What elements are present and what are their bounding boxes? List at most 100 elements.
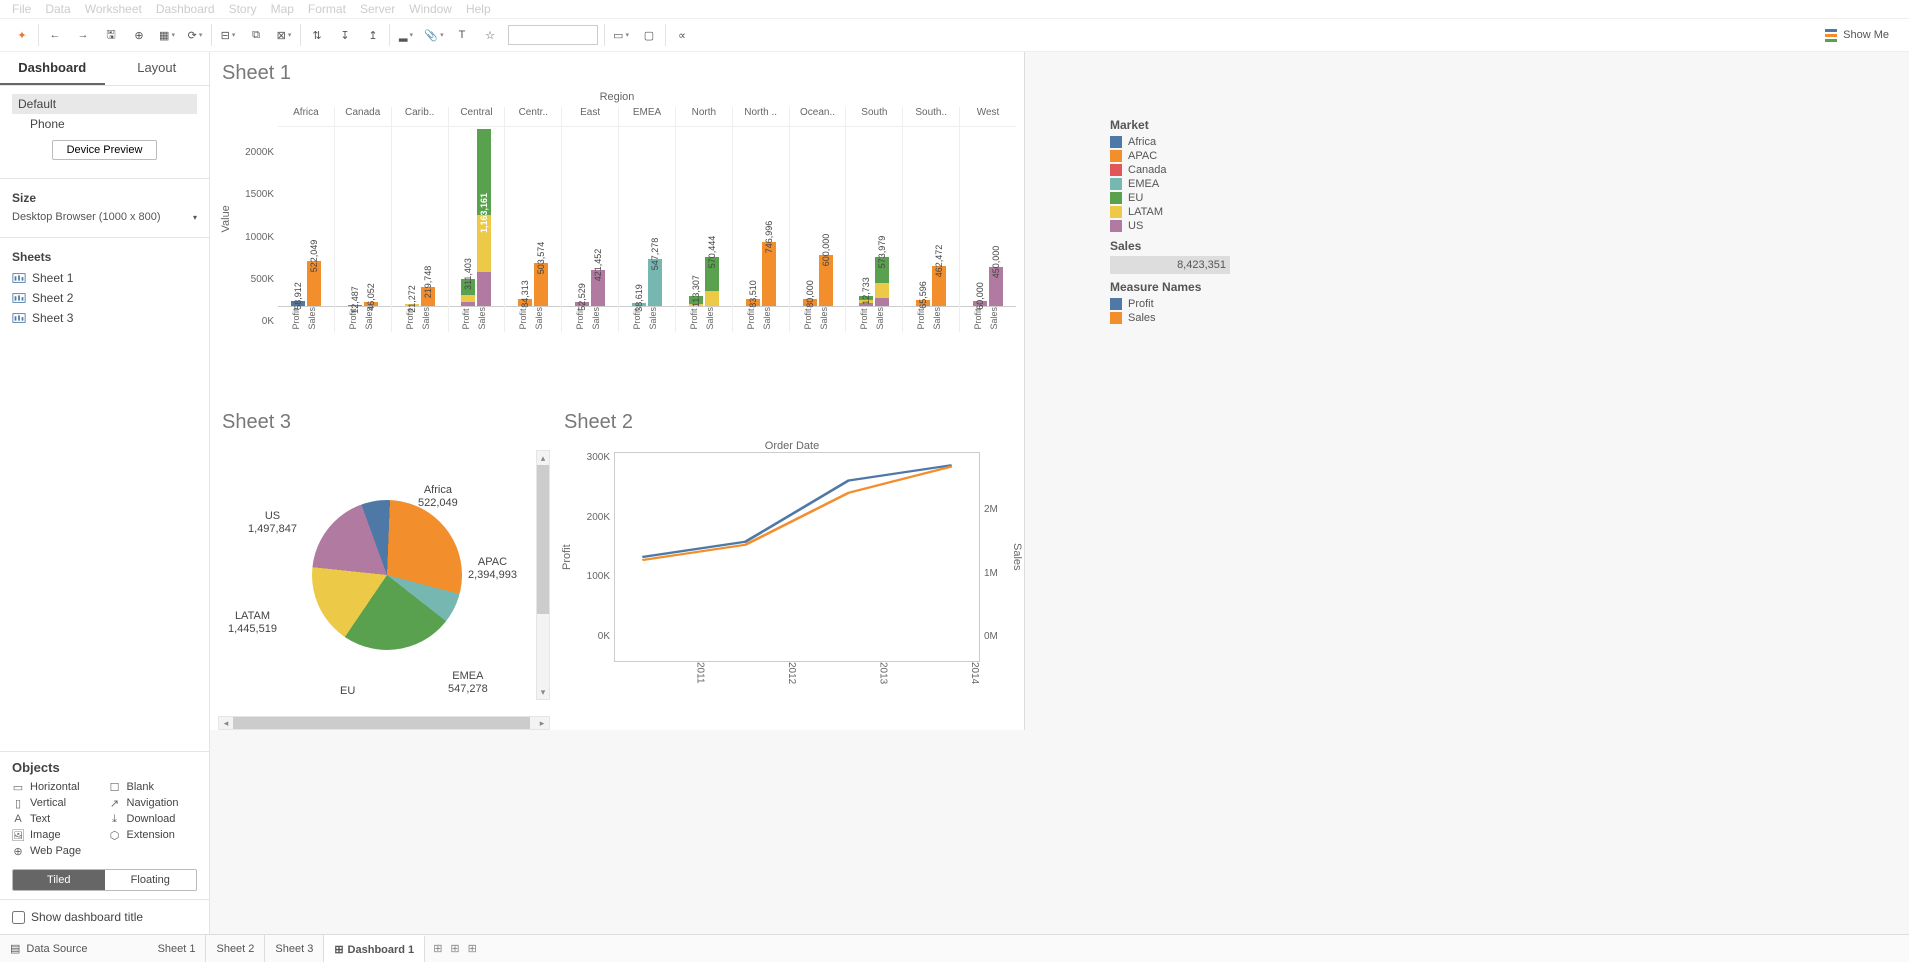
profit-bar[interactable]: 58,912 (291, 301, 305, 306)
menu-data[interactable]: Data (45, 2, 70, 16)
region-col[interactable]: EMEA 38,619 547,278 Profit Sales (618, 107, 675, 332)
legend-item[interactable]: Africa (1110, 135, 1250, 149)
sort-asc-icon[interactable]: ↧ (335, 25, 355, 45)
sheet1-chart[interactable]: Region Value 2000K1500K1000K500K0K Afric… (218, 91, 1016, 401)
region-col[interactable]: Centr.. 84,313 503,574 Profit Sales (504, 107, 561, 332)
footer-tab[interactable]: Sheet 2 (206, 935, 265, 962)
sales-bar[interactable]: 503,574 (534, 263, 548, 306)
menu-format[interactable]: Format (308, 2, 346, 16)
footer-tab[interactable]: Sheet 3 (265, 935, 324, 962)
size-dropdown[interactable]: Desktop Browser (1000 x 800) (12, 209, 197, 225)
dashboard-canvas[interactable]: Sheet 1 Region Value 2000K1500K1000K500K… (210, 52, 1909, 934)
menu-map[interactable]: Map (271, 2, 294, 16)
sales-bar[interactable]: 570,444 (705, 257, 719, 306)
sales-bar[interactable]: 450,000 (989, 267, 1003, 306)
sales-bar[interactable]: 573,979 (875, 257, 889, 306)
object-extension[interactable]: ⬡Extension (109, 829, 198, 841)
region-col[interactable]: South.. 65,596 462,472 Profit Sales (902, 107, 959, 332)
profit-bar[interactable]: 65,596 (916, 300, 930, 306)
profit-bar[interactable]: 52,529 (575, 302, 589, 307)
star-icon[interactable]: ☆ (480, 25, 500, 45)
object-web-page[interactable]: ⊕Web Page (12, 845, 101, 857)
region-col[interactable]: Africa 58,912 522,049 Profit Sales (278, 107, 334, 332)
region-col[interactable]: Carib.. 21,272 219,748 Profit Sales (391, 107, 448, 332)
menu-dashboard[interactable]: Dashboard (156, 2, 215, 16)
object-vertical[interactable]: ▯Vertical (12, 797, 101, 809)
menu-file[interactable]: File (12, 2, 31, 16)
region-col[interactable]: East 52,529 421,452 Profit Sales (561, 107, 618, 332)
back-icon[interactable]: ← (45, 25, 65, 45)
object-horizontal[interactable]: ▭Horizontal (12, 781, 101, 793)
highlight-icon[interactable]: ▂ (396, 25, 416, 45)
sales-bar[interactable]: 600,000 (819, 255, 833, 306)
tab-dashboard[interactable]: Dashboard (0, 52, 105, 85)
sales-bar[interactable]: 462,472 (932, 266, 946, 306)
sheet-item[interactable]: Sheet 3 (12, 308, 197, 328)
sales-bar[interactable]: 1,163,161 (477, 129, 491, 306)
new-story-icon[interactable]: ⊞ (468, 942, 477, 955)
forward-icon[interactable]: → (73, 25, 93, 45)
region-col[interactable]: West 60,000 450,000 Profit Sales (959, 107, 1016, 332)
device-preview-button[interactable]: Device Preview (52, 140, 158, 160)
tile-float-toggle[interactable]: Tiled Floating (12, 869, 197, 891)
legend-item[interactable]: LATAM (1110, 205, 1250, 219)
text-icon[interactable]: T (452, 25, 472, 45)
sheet-item[interactable]: Sheet 2 (12, 288, 197, 308)
group-icon[interactable]: ⧉ (246, 25, 266, 45)
profit-bar[interactable]: 38,619 (632, 303, 646, 306)
sales-bar[interactable]: 219,748 (421, 287, 435, 306)
region-col[interactable]: South 12,733 573,979 Profit Sales (845, 107, 902, 332)
legend-item[interactable]: Profit (1110, 297, 1250, 311)
profit-bar[interactable]: 12,733 (859, 296, 873, 306)
showme-button[interactable]: Show Me (1825, 29, 1903, 42)
legend-item[interactable]: EU (1110, 191, 1250, 205)
scrollbar-vertical[interactable]: ▴ ▾ (536, 450, 550, 700)
object-text[interactable]: AText (12, 813, 101, 825)
refresh-icon[interactable]: ⟳ (185, 25, 205, 45)
region-col[interactable]: North 113,307 570,444 Profit Sales (675, 107, 732, 332)
profit-bar[interactable]: 60,000 (973, 301, 987, 306)
footer-tab[interactable]: ⊞Dashboard 1 (324, 935, 425, 962)
legend-item[interactable]: Sales (1110, 311, 1250, 325)
pie[interactable] (312, 500, 462, 650)
tab-layout[interactable]: Layout (105, 52, 210, 85)
menu-worksheet[interactable]: Worksheet (85, 2, 142, 16)
scrollbar-horizontal[interactable]: ◂ ▸ (218, 716, 550, 730)
profit-bar[interactable]: 83,510 (746, 299, 760, 306)
region-col[interactable]: North .. 83,510 746,996 Profit Sales (732, 107, 789, 332)
profit-bar[interactable]: 311,403 (461, 279, 475, 306)
swap-icon[interactable]: ⊟ (218, 25, 238, 45)
legend-item[interactable]: APAC (1110, 149, 1250, 163)
menu-window[interactable]: Window (409, 2, 452, 16)
device-phone[interactable]: Phone (12, 114, 197, 134)
attach-icon[interactable]: 📎 (424, 25, 444, 45)
profit-bar[interactable]: 21,272 (405, 304, 419, 306)
legend-item[interactable]: US (1110, 219, 1250, 233)
region-col[interactable]: Ocean.. 80,000 600,000 Profit Sales (789, 107, 846, 332)
profit-bar[interactable]: 84,313 (518, 299, 532, 306)
footer-tab[interactable]: Sheet 1 (148, 935, 207, 962)
sales-bar[interactable]: 547,278 (648, 259, 662, 306)
sheet2-chart[interactable]: Order Date Profit 300K200K100K0K 2M1M0M … (560, 440, 1024, 720)
profit-bar[interactable]: 113,307 (689, 296, 703, 306)
menu-help[interactable]: Help (466, 2, 491, 16)
sales-bar[interactable]: 46,052 (364, 302, 378, 306)
object-navigation[interactable]: ↗Navigation (109, 797, 198, 809)
floating-button[interactable]: Floating (105, 870, 197, 890)
show-title-checkbox[interactable] (12, 911, 25, 924)
sales-bar[interactable]: 421,452 (591, 270, 605, 306)
datasource-tab[interactable]: ▤ Data Source (0, 942, 98, 955)
legend-item[interactable]: EMEA (1110, 177, 1250, 191)
share-icon[interactable]: ∝ (672, 25, 692, 45)
tableau-logo-icon[interactable]: ✦ (12, 25, 32, 45)
tiled-button[interactable]: Tiled (13, 870, 105, 890)
fit-icon[interactable]: ▭ (611, 25, 631, 45)
search-input[interactable] (508, 25, 598, 45)
new-worksheet-icon[interactable]: ⊞ (433, 942, 442, 955)
sales-bar[interactable]: 746,996 (762, 242, 776, 306)
region-col[interactable]: Canada 12,487 46,052 Profit Sales (334, 107, 391, 332)
line-sales[interactable] (642, 466, 951, 560)
legend-item[interactable]: Canada (1110, 163, 1250, 177)
ungroup-icon[interactable]: ⊠ (274, 25, 294, 45)
sort-icon[interactable]: ⇅ (307, 25, 327, 45)
